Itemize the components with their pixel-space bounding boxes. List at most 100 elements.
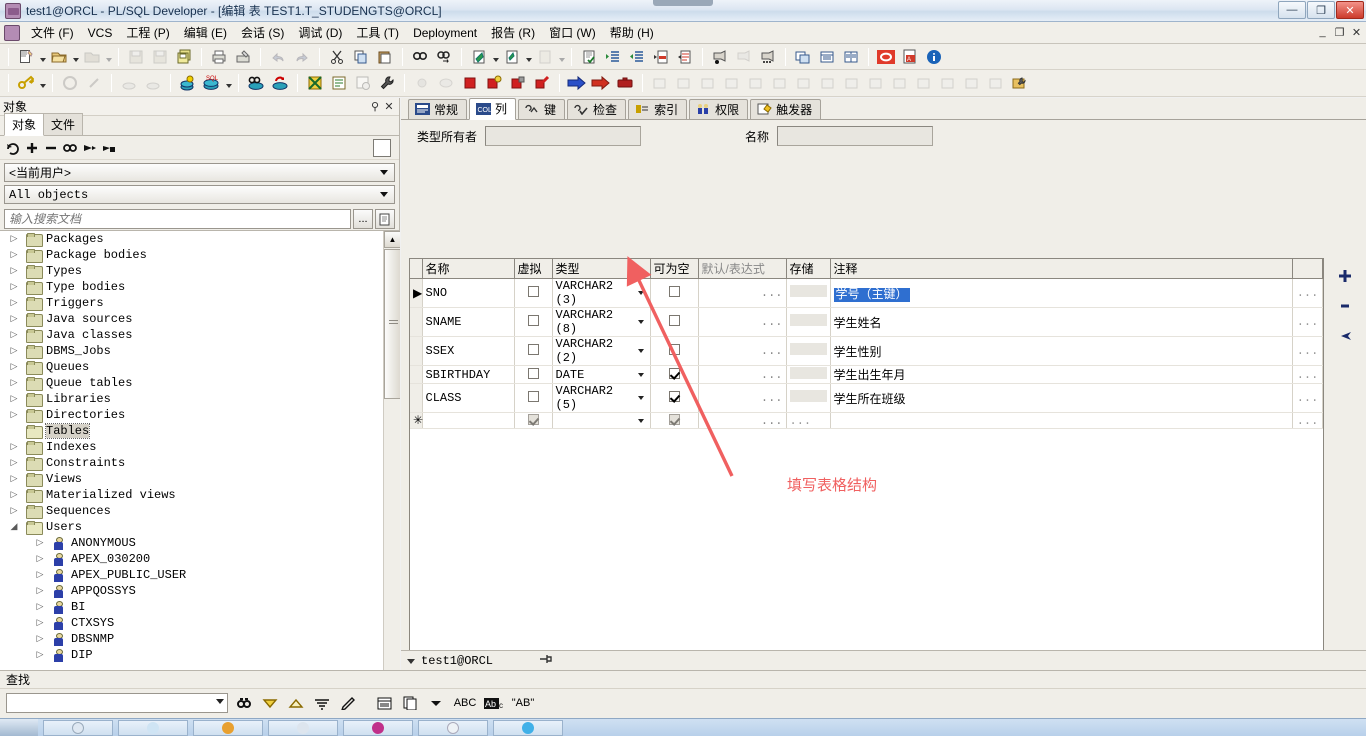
cell-comment[interactable]: 学生姓名 (830, 307, 1293, 337)
table-row[interactable]: SBIRTHDAY DATE... 学生出生年月... (410, 365, 1323, 384)
expand-icon[interactable]: ▷ (8, 298, 20, 308)
expand-icon[interactable]: ▷ (8, 474, 20, 484)
start-button[interactable] (0, 718, 38, 736)
tree-item[interactable]: ▷ Package bodies (0, 247, 382, 263)
cell-default-expression[interactable]: ... (698, 383, 787, 413)
menu-item-file[interactable]: 文件 (F) (24, 22, 81, 43)
storage-box[interactable] (789, 366, 827, 379)
copy-icon[interactable] (400, 693, 420, 713)
cell-virtual-checkbox[interactable] (514, 383, 553, 413)
oracle-icon[interactable] (875, 46, 897, 68)
window-list-1-icon[interactable] (649, 72, 671, 94)
mdi-minimize-button[interactable]: _ (1315, 25, 1330, 39)
checkbox-virtual[interactable] (527, 391, 539, 402)
cell-row-menu[interactable]: ... (1292, 412, 1323, 429)
window-list-4-icon[interactable] (721, 72, 743, 94)
window-list-5-icon[interactable] (745, 72, 767, 94)
print-setup-icon[interactable] (232, 46, 254, 68)
expand-icon[interactable]: ▷ (8, 458, 20, 468)
expand-icon[interactable]: ▷ (8, 378, 20, 388)
storage-box[interactable] (789, 314, 827, 326)
cell-virtual-checkbox[interactable] (514, 307, 553, 337)
cell-virtual-checkbox[interactable] (514, 365, 553, 384)
checkbox-nullable[interactable] (668, 391, 680, 402)
tab-triggers[interactable]: 触发器 (750, 99, 822, 119)
window-grab-handle[interactable] (653, 0, 713, 6)
cascade-windows-icon[interactable] (816, 46, 838, 68)
mdi-close-button[interactable]: ✕ (1349, 25, 1364, 39)
chevron-down-icon[interactable] (636, 369, 647, 380)
row-marker[interactable] (410, 336, 423, 366)
new-file-icon[interactable] (15, 46, 37, 68)
new-sql-window-icon[interactable] (177, 72, 199, 94)
window-list-3-icon[interactable] (697, 72, 719, 94)
menu-item-help[interactable]: 帮助 (H) (603, 22, 661, 43)
explain-plan-icon[interactable] (352, 72, 374, 94)
menu-item-tools[interactable]: 工具 (T) (349, 22, 406, 43)
cell-storage[interactable] (786, 278, 831, 308)
cell-datatype[interactable]: VARCHAR2 (3) (552, 278, 651, 308)
menu-item-edit[interactable]: 编辑 (E) (177, 22, 234, 43)
tree-item[interactable]: ▷ Type bodies (0, 279, 382, 295)
window-list-6-icon[interactable] (769, 72, 791, 94)
expand-icon[interactable]: ▷ (34, 650, 46, 660)
user-filter-combo[interactable]: <当前用户> (4, 163, 395, 182)
breakpoint-icon[interactable] (459, 72, 481, 94)
table-row[interactable]: SSEX VARCHAR2 (2)... 学生性别... (410, 336, 1323, 366)
find-icon[interactable] (409, 46, 431, 68)
storage-box[interactable] (789, 343, 827, 355)
cell-comment[interactable]: 学生性别 (830, 336, 1293, 366)
chevron-down-icon[interactable] (376, 187, 392, 202)
table-row[interactable]: SNAME VARCHAR2 (8)... 学生姓名... (410, 307, 1323, 337)
header-name[interactable]: 名称 (422, 259, 515, 279)
cell-nullable-checkbox[interactable] (650, 365, 699, 384)
save-icon[interactable] (125, 46, 147, 68)
window-list-10-icon[interactable] (865, 72, 887, 94)
match-case-icon[interactable]: Ab c (484, 693, 504, 713)
find-all-icon[interactable] (312, 693, 332, 713)
cell-virtual-checkbox[interactable] (514, 278, 553, 308)
pin-icon[interactable]: ⚲ (368, 100, 382, 113)
expand-icon[interactable]: ▷ (34, 570, 46, 580)
window-list-2-icon[interactable] (673, 72, 695, 94)
tree-item[interactable]: ▷ Materialized views (0, 487, 382, 503)
tree-item[interactable]: ▷ DBMS_Jobs (0, 343, 382, 359)
cell-column-name[interactable] (422, 412, 515, 429)
debug-stop-icon[interactable] (757, 46, 779, 68)
cell-datatype[interactable]: VARCHAR2 (8) (552, 307, 651, 337)
tree-item[interactable]: ▷ DBSNMP (0, 631, 382, 647)
taskbar-item[interactable] (193, 719, 263, 736)
tree-item[interactable]: ▷ Views (0, 471, 382, 487)
menu-item-reports[interactable]: 报告 (R) (484, 22, 542, 43)
checkbox-virtual[interactable] (527, 413, 539, 425)
filter-icon[interactable] (81, 140, 97, 156)
window-list-14-icon[interactable] (961, 72, 983, 94)
mdi-restore-button[interactable]: ❐ (1332, 25, 1347, 39)
chevron-down-icon[interactable] (216, 699, 224, 704)
tab-files[interactable]: 文件 (43, 113, 84, 135)
debug-step-icon[interactable] (733, 46, 755, 68)
cell-column-name[interactable]: SNO (422, 278, 515, 308)
breakpoint-remove-icon[interactable] (531, 72, 553, 94)
window-list-15-icon[interactable] (985, 72, 1007, 94)
cell-row-menu[interactable]: ... (1292, 365, 1323, 384)
remove-icon[interactable] (43, 140, 59, 156)
new-file-dropdown-icon[interactable] (38, 46, 47, 68)
highlight-icon[interactable] (338, 693, 358, 713)
cell-datatype[interactable] (552, 412, 651, 429)
object-tree[interactable]: ▷ Packages ▷ Package bodies ▷ Types ▷ Type bodi… (0, 230, 400, 736)
comment-icon[interactable] (650, 46, 672, 68)
menu-item-debug[interactable]: 调试 (D) (291, 22, 349, 43)
cell-comment[interactable]: 学生出生年月 (830, 365, 1293, 384)
checkbox-nullable[interactable] (668, 413, 680, 425)
stop-debug-icon[interactable] (614, 72, 636, 94)
syntax-check-icon[interactable] (578, 46, 600, 68)
tree-item[interactable]: ▷ Java classes (0, 327, 382, 343)
refresh-db-icon[interactable] (269, 72, 291, 94)
expand-icon[interactable]: ▷ (8, 442, 20, 452)
cell-virtual-checkbox[interactable] (514, 336, 553, 366)
table-row[interactable]: ▶ SNO VARCHAR2 (3)... 学号（主键）... (410, 278, 1323, 308)
dropdown-icon[interactable] (426, 693, 446, 713)
window-list-9-icon[interactable] (841, 72, 863, 94)
tab-objects[interactable]: 对象 (4, 113, 45, 136)
